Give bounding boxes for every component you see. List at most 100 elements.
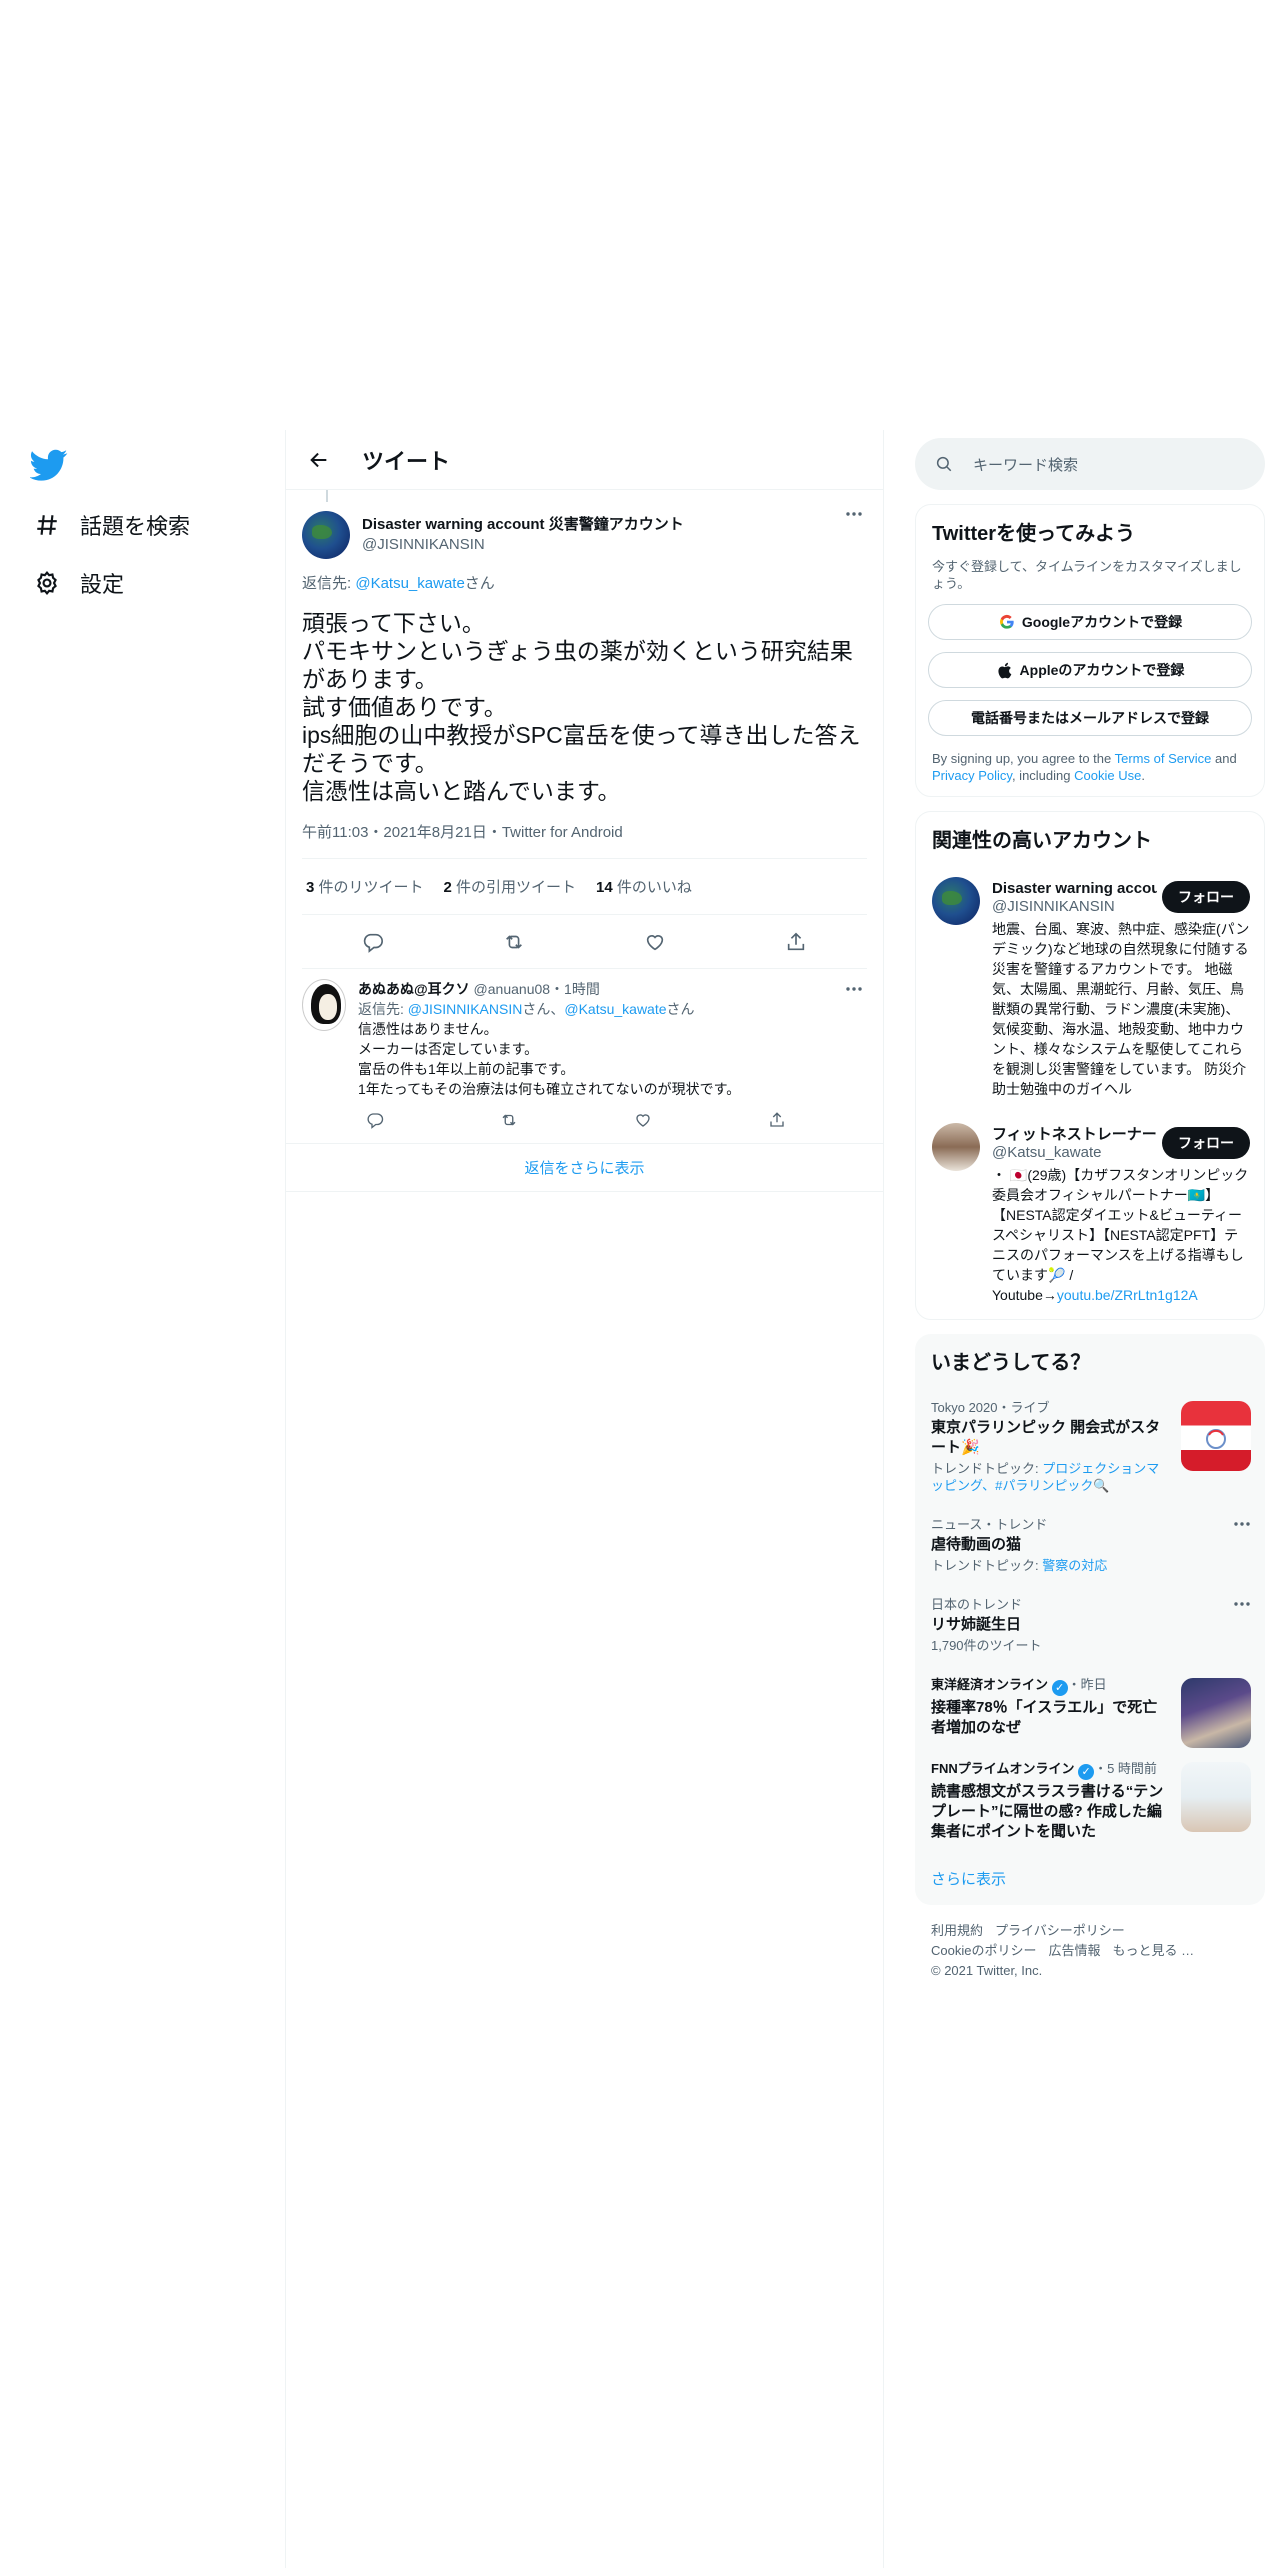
more-options-icon[interactable] (1233, 1594, 1251, 1612)
more-options-icon[interactable] (1233, 1514, 1251, 1532)
google-signup-button[interactable]: Googleアカウントで登録 (928, 604, 1252, 640)
search-placeholder: キーワード検索 (973, 456, 1079, 474)
follow-button[interactable]: フォロー (1162, 881, 1250, 913)
right-sidebar: キーワード検索 Twitterを使ってみよう 今すぐ登録して、タイムラインをカス… (915, 430, 1265, 1997)
footer-more-link[interactable]: もっと見る … (1112, 1943, 1194, 1958)
footer-privacy-link[interactable]: プライバシーポリシー (995, 1923, 1125, 1938)
reply-text: 信憑性はありません。 メーカーは否定しています。 富岳の件も1年以上前の記事です… (358, 1021, 741, 1097)
trend-item[interactable]: ニュース・トレンド 虐待動画の猫 トレンドトピック: 警察の対応 (915, 1504, 1265, 1584)
like-icon[interactable] (626, 1103, 660, 1137)
tweet-text: 頑張って下さい。 パモキサンというぎょう虫の薬が効くという研究結果があります。 … (302, 610, 861, 804)
reply-to-prefix: 返信先: (302, 575, 356, 592)
reply-to-suffix: さん (666, 1001, 695, 1017)
avatar[interactable] (302, 511, 350, 559)
account-item[interactable]: フィットネストレーナー @Katsu_kawate ・ 🇯🇵(29歳)【カザフス… (916, 1111, 1264, 1319)
trend-item[interactable]: Tokyo 2020・ライブ 東京パラリンピック 開会式がスタート🎉 トレンドト… (915, 1387, 1265, 1504)
more-options-icon[interactable] (841, 504, 867, 524)
twitter-logo-icon[interactable] (29, 446, 68, 484)
reply-to-suffix: さん (464, 575, 495, 592)
trend-item[interactable]: FNNプライムオンライン ✓ ・5 時間前 読書感想文がスラスラ書ける“テンプレー… (915, 1748, 1265, 1852)
trend-source-time: ・昨日 (1067, 1677, 1107, 1692)
privacy-policy-link[interactable]: Privacy Policy (932, 768, 1012, 783)
search-input[interactable]: キーワード検索 (915, 438, 1265, 490)
terms-of-service-link[interactable]: Terms of Service (1115, 751, 1212, 766)
trend-topic-link[interactable]: 警察の対応 (1042, 1558, 1107, 1573)
reply-to-handle-link[interactable]: @Katsu_kawate (355, 575, 464, 592)
trend-sub-prefix: トレンドトピック: (931, 1461, 1043, 1476)
trend-context: FNNプライムオンライン ✓ ・5 時間前 (931, 1758, 1165, 1780)
reply-icon[interactable] (358, 1103, 392, 1137)
trend-title: 読書感想文がスラスラ書ける“テンプレート”に隔世の感? 作成した編集者にポイント… (931, 1783, 1164, 1840)
terms-text: and (1211, 751, 1237, 766)
phone-email-signup-button[interactable]: 電話番号またはメールアドレスで登録 (928, 700, 1252, 736)
reply-handle-time[interactable]: @anuanu08・1時間 (474, 981, 600, 997)
avatar[interactable] (302, 979, 346, 1031)
share-icon[interactable] (760, 1103, 794, 1137)
tweet-display-name[interactable]: Disaster warning account 災害警鐘アカウント (362, 515, 867, 535)
nav-settings[interactable]: 設定 (30, 558, 124, 608)
account-bio-link[interactable]: youtu.be/ZRrLtn1g12A (1057, 1287, 1198, 1303)
trend-item[interactable]: 東洋経済オンライン ✓ ・昨日 接種率78％「イスラエル」で死亡者増加のなぜ (915, 1664, 1265, 1748)
reply-to-mid: さん、 (522, 1001, 565, 1017)
retweets-label: 件のリツイート (314, 879, 424, 896)
tweet-header: Disaster warning account 災害警鐘アカウント @JISI… (302, 490, 867, 568)
back-arrow-icon[interactable] (306, 447, 332, 473)
show-more-replies-link[interactable]: 返信をさらに表示 (286, 1144, 883, 1192)
tweet-timestamp[interactable]: 午前11:03・2021年8月21日・Twitter for Android (302, 821, 867, 859)
trend-subtitle: トレンドトピック: プロジェクションマッピング、#パラリンピック🔍 (931, 1460, 1165, 1494)
reply-to-line: 返信先: @Katsu_kawateさん (302, 572, 867, 593)
reply-header: あぬあぬ@耳クソ @anuanu08・1時間 (358, 979, 867, 999)
reply-tweet[interactable]: あぬあぬ@耳クソ @anuanu08・1時間 返信先: @JISINNIKANS… (286, 969, 883, 1144)
share-icon[interactable] (779, 925, 813, 959)
account-name[interactable]: Disaster warning account 災害警鐘アカウント (992, 877, 1157, 898)
avatar[interactable] (932, 1123, 980, 1171)
cookie-use-link[interactable]: Cookie Use (1074, 768, 1141, 783)
account-name[interactable]: フィットネストレーナー (992, 1123, 1157, 1144)
like-icon[interactable] (638, 925, 672, 959)
trend-title: 虐待動画の猫 (931, 1536, 1022, 1553)
account-item[interactable]: Disaster warning account 災害警鐘アカウント @JISI… (916, 865, 1264, 1111)
reply-display-name[interactable]: あぬあぬ@耳クソ (358, 981, 470, 997)
trend-title: リサ姉誕生日 (931, 1616, 1022, 1633)
retweet-icon[interactable] (492, 1103, 526, 1137)
footer: 利用規約 プライバシーポリシー Cookieのポリシー 広告情報 もっと見る … © … (915, 1905, 1265, 1997)
reply-actions (358, 1105, 794, 1135)
account-handle[interactable]: @Katsu_kawate (992, 1144, 1172, 1161)
footer-copyright: © 2021 Twitter, Inc. (931, 1963, 1043, 1978)
signup-terms: By signing up, you agree to the Terms of… (916, 736, 1264, 796)
likes-label: 件のいいね (612, 879, 692, 896)
footer-cookie-link[interactable]: Cookieのポリシー (931, 1943, 1036, 1958)
reply-to-handle-link[interactable]: @Katsu_kawate (564, 1001, 666, 1017)
quotes-stat[interactable]: 2 件の引用ツイート (444, 876, 577, 897)
account-handle[interactable]: @JISINNIKANSIN (992, 898, 1172, 915)
quotes-count: 2 (443, 879, 452, 896)
trend-title: 東京パラリンピック 開会式がスタート🎉 (931, 1419, 1161, 1456)
google-signup-label: Googleアカウントで登録 (1021, 614, 1183, 630)
retweets-stat[interactable]: 3 件のリツイート (306, 876, 424, 897)
apple-signup-label: Appleのアカウントで登録 (1019, 662, 1185, 678)
phone-signup-label: 電話番号またはメールアドレスで登録 (971, 710, 1209, 726)
signup-title: Twitterを使ってみよう (932, 523, 1136, 545)
trends-show-more-link[interactable]: さらに表示 (915, 1852, 1265, 1905)
retweet-icon[interactable] (497, 925, 531, 959)
tweet-handle[interactable]: @JISINNIKANSIN (362, 535, 867, 555)
apple-signup-button[interactable]: Appleのアカウントで登録 (928, 652, 1252, 688)
main-header: ツイート (286, 430, 883, 490)
tweet-stats: 3 件のリツイート 2 件の引用ツイート 14 件のいいね (302, 859, 867, 915)
footer-ads-link[interactable]: 広告情報 (1048, 1943, 1100, 1958)
reply-to-handle-link[interactable]: @JISINNIKANSIN (408, 1001, 523, 1017)
avatar[interactable] (932, 877, 980, 925)
focused-tweet: Disaster warning account 災害警鐘アカウント @JISI… (286, 490, 883, 969)
follow-button[interactable]: フォロー (1162, 1127, 1250, 1159)
main-column: ツイート Disaster warning account 災害警鐘アカウント … (285, 430, 884, 2568)
thread-line (326, 490, 328, 502)
more-options-icon[interactable] (841, 979, 867, 999)
footer-terms-link[interactable]: 利用規約 (931, 1923, 983, 1938)
likes-stat[interactable]: 14 件のいいね (596, 876, 692, 897)
likes-count: 14 (596, 879, 613, 896)
trend-item[interactable]: 日本のトレンド リサ姉誕生日 1,790件のツイート (915, 1584, 1265, 1664)
nav-explore[interactable]: 話題を検索 (30, 500, 190, 550)
reply-icon[interactable] (356, 925, 390, 959)
search-icon (935, 454, 955, 474)
page-title: ツイート (362, 448, 451, 474)
